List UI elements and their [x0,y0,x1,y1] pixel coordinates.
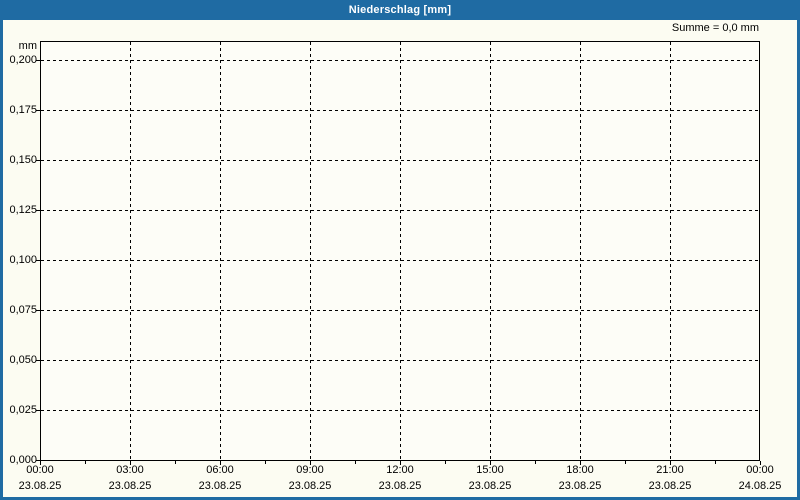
sum-total-label: Summe = 0,0 mm [671,22,759,34]
y-axis-tick-label: 0,125 [9,204,37,216]
x-axis-date-label: 23.08.25 [648,480,692,492]
y-axis-tick-label: 0,025 [9,404,37,416]
y-axis-tick-label: 0,050 [9,354,37,366]
x-axis-time-label: 03:00 [116,464,144,476]
y-axis-tick-label: 0,150 [9,154,37,166]
y-axis-unit-label: mm [18,40,37,52]
y-axis-tick-label: 0,200 [9,54,37,66]
y-axis-tick-label: 0,075 [9,304,37,316]
x-axis-time-label: 09:00 [296,464,324,476]
x-axis-date-label: 23.08.25 [558,480,602,492]
x-axis-date-label: 23.08.25 [288,480,332,492]
x-axis-date-label: 23.08.25 [468,480,512,492]
x-axis-date-label: 23.08.25 [198,480,242,492]
x-axis-date-label: 23.08.25 [108,480,152,492]
chart-title: Niederschlag [mm] [348,4,452,16]
x-axis-date-label: 24.08.25 [738,480,782,492]
precipitation-plot-area [36,41,761,465]
x-axis-time-label: 00:00 [26,464,54,476]
x-axis-date-label: 23.08.25 [378,480,422,492]
x-axis-time-label: 00:00 [746,464,774,476]
y-axis-tick-label: 0,100 [9,254,37,266]
x-axis-time-label: 12:00 [386,464,414,476]
x-axis-date-label: 23.08.25 [18,480,62,492]
x-axis-time-label: 18:00 [566,464,594,476]
x-axis-time-label: 15:00 [476,464,504,476]
y-axis-tick-label: 0,175 [9,104,37,116]
window-title-bar[interactable]: Niederschlag [mm] [0,0,800,20]
x-axis-time-label: 06:00 [206,464,234,476]
x-axis-time-label: 21:00 [656,464,684,476]
chart-window: Niederschlag [mm] Summe = 0,0 mm mm 0,20… [0,0,800,500]
